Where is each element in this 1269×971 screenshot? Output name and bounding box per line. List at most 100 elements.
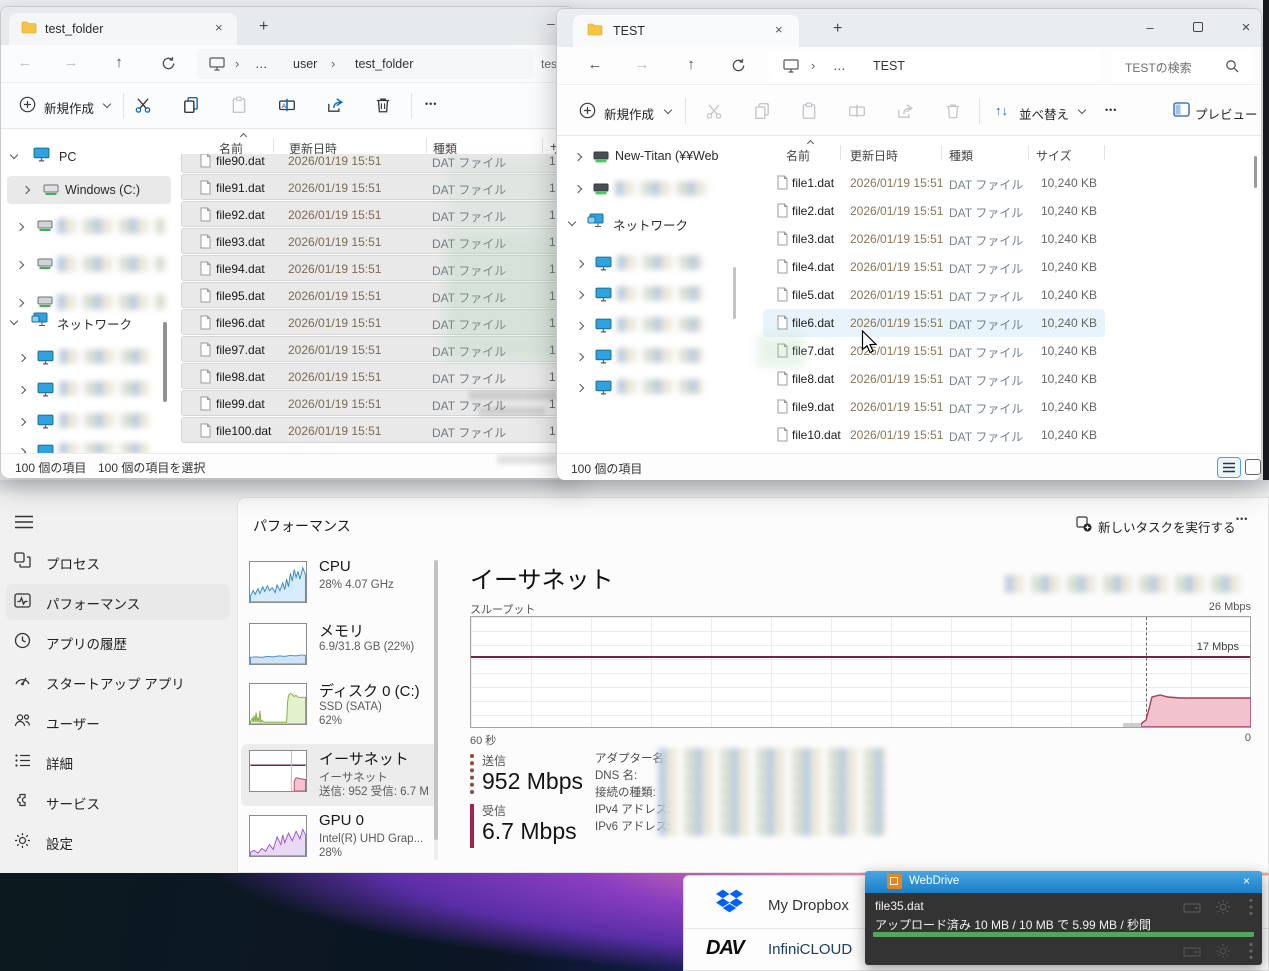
sidebar-item-computer-redacted[interactable] bbox=[557, 373, 727, 404]
sidebar-item-computer-redacted[interactable] bbox=[557, 342, 727, 373]
sidebar-item-new-titan-drive[interactable]: New-Titan (¥¥Web bbox=[557, 143, 737, 171]
sidebar-item-computer-redacted[interactable] bbox=[1, 342, 161, 374]
preview-button[interactable]: プレビュー bbox=[1195, 104, 1258, 123]
drive-icon[interactable] bbox=[1183, 901, 1201, 915]
minimize-icon-partial[interactable]: – bbox=[547, 15, 555, 31]
forward-icon[interactable]: → bbox=[61, 54, 81, 71]
new-item-icon[interactable] bbox=[579, 102, 596, 119]
sidebar-item-drive-redacted[interactable] bbox=[1, 210, 178, 244]
taskmgr-nav-users[interactable]: ユーザー bbox=[6, 704, 230, 740]
file-row[interactable]: file6.dat 2026/01/19 15:51 DAT ファイル 10,240 … bbox=[763, 309, 1105, 337]
perf-card-disk[interactable]: ディスク 0 (C:) SSD (SATA) 62% bbox=[241, 680, 437, 740]
taskmgr-more-button[interactable]: ••• bbox=[1236, 514, 1248, 524]
paste-icon[interactable] bbox=[230, 96, 248, 114]
delete-icon[interactable] bbox=[374, 96, 392, 114]
column-date[interactable]: 更新日時 bbox=[850, 147, 898, 164]
column-type[interactable]: 種類 bbox=[949, 147, 973, 164]
breadcrumb-test-folder[interactable]: test_folder bbox=[355, 57, 413, 71]
up-icon[interactable]: ↑ bbox=[109, 54, 129, 71]
file-row[interactable]: file3.dat 2026/01/19 15:51 DAT ファイル 10,240 … bbox=[763, 225, 1105, 253]
up-icon[interactable]: ↑ bbox=[681, 56, 701, 73]
expand-icon[interactable] bbox=[567, 217, 577, 227]
cut-icon[interactable] bbox=[134, 96, 152, 114]
rename-icon[interactable] bbox=[848, 102, 866, 120]
kebab-menu-icon[interactable] bbox=[1249, 942, 1253, 960]
gear-icon[interactable] bbox=[1215, 899, 1231, 915]
tab-test[interactable]: TEST × bbox=[573, 15, 799, 47]
taskmgr-nav-settings[interactable]: 設定 bbox=[6, 824, 230, 860]
file-row[interactable]: file9.dat 2026/01/19 15:51 DAT ファイル 10,240 … bbox=[763, 393, 1105, 421]
sidebar-item-computer-redacted[interactable] bbox=[557, 311, 727, 342]
expand-icon[interactable] bbox=[21, 185, 31, 195]
column-name[interactable]: 名前 bbox=[786, 147, 810, 164]
run-new-task-button[interactable]: 新しいタスクを実行する bbox=[1072, 510, 1236, 538]
drive-icon[interactable] bbox=[1183, 945, 1201, 959]
sidebar-item-network[interactable]: ネットワーク bbox=[57, 314, 132, 333]
scrollbar-thumb[interactable] bbox=[434, 560, 438, 840]
forward-icon[interactable]: → bbox=[632, 56, 652, 73]
nav-pane-scrollbar-thumb[interactable] bbox=[733, 267, 736, 319]
perf-card-memory[interactable]: メモリ 6.9/31.8 GB (22%) bbox=[241, 620, 437, 676]
refresh-icon[interactable] bbox=[731, 58, 746, 73]
nav-pane-scrollbar-thumb[interactable] bbox=[163, 322, 167, 402]
maximize-button[interactable] bbox=[1183, 17, 1213, 39]
taskmgr-nav-performance[interactable]: パフォーマンス bbox=[6, 584, 230, 620]
taskmgr-nav-app-history[interactable]: アプリの履歴 bbox=[6, 624, 230, 660]
toolbar-more-button[interactable]: ••• bbox=[425, 99, 437, 109]
tab-close-icon[interactable]: × bbox=[215, 20, 223, 35]
breadcrumb[interactable]: › … user › test_folder bbox=[197, 49, 533, 79]
sidebar-item-computer-redacted[interactable] bbox=[557, 280, 727, 311]
search-box[interactable]: TESTの検索 bbox=[1111, 51, 1251, 81]
cut-icon[interactable] bbox=[705, 102, 723, 120]
sidebar-item-computer-redacted[interactable] bbox=[1, 406, 161, 438]
minimize-button[interactable]: – bbox=[1135, 17, 1165, 39]
share-icon[interactable] bbox=[896, 102, 914, 120]
file-row[interactable]: file10.dat 2026/01/19 15:51 DAT ファイル 10,240… bbox=[763, 421, 1105, 449]
delete-icon[interactable] bbox=[944, 102, 962, 120]
sidebar-item-windows-c[interactable]: Windows (C:) bbox=[7, 176, 171, 204]
file-row[interactable]: file7.dat 2026/01/19 15:51 DAT ファイル 10,240 … bbox=[763, 337, 1105, 365]
new-tab-icon[interactable]: + bbox=[259, 18, 268, 36]
file-row[interactable]: file4.dat 2026/01/19 15:51 DAT ファイル 10,240 … bbox=[763, 253, 1105, 281]
hamburger-menu-button[interactable] bbox=[14, 514, 34, 530]
breadcrumb-current[interactable]: TEST bbox=[873, 59, 905, 73]
file-row[interactable]: file5.dat 2026/01/19 15:51 DAT ファイル 10,240 … bbox=[763, 281, 1105, 309]
rename-icon[interactable]: A bbox=[278, 96, 296, 114]
sidebar-item-pc[interactable]: PC bbox=[59, 150, 76, 164]
copy-icon[interactable] bbox=[182, 96, 200, 114]
breadcrumb-user[interactable]: user bbox=[293, 57, 317, 71]
close-button[interactable]: × bbox=[1231, 17, 1261, 39]
back-icon[interactable]: ← bbox=[585, 56, 605, 73]
sidebar-item-network[interactable]: ネットワーク bbox=[613, 215, 688, 234]
expand-icon[interactable] bbox=[9, 150, 19, 160]
file-row[interactable]: file1.dat 2026/01/19 15:51 DAT ファイル 10,240 … bbox=[763, 169, 1105, 197]
perf-card-gpu[interactable]: GPU 0 Intel(R) UHD Grap... 28% bbox=[241, 812, 437, 870]
sidebar-item-drive-redacted[interactable] bbox=[1, 248, 178, 282]
refresh-icon[interactable] bbox=[161, 56, 176, 71]
taskmgr-nav-details[interactable]: 詳細 bbox=[6, 744, 230, 780]
toolbar-more-button[interactable]: ••• bbox=[1105, 105, 1117, 115]
share-icon[interactable] bbox=[326, 96, 344, 114]
gear-icon[interactable] bbox=[1215, 943, 1231, 959]
breadcrumb[interactable]: › … TEST bbox=[769, 51, 1099, 81]
taskmgr-nav-startup-apps[interactable]: スタートアップ アプリ bbox=[6, 664, 230, 700]
taskmgr-nav-processes[interactable]: プロセス bbox=[6, 544, 230, 580]
sidebar-item-computer-redacted[interactable] bbox=[557, 249, 727, 280]
new-button[interactable]: 新規作成 bbox=[44, 98, 94, 117]
sidebar-item-computer-redacted[interactable] bbox=[1, 374, 161, 406]
close-icon[interactable]: × bbox=[1243, 874, 1250, 888]
scrollbar-thumb[interactable] bbox=[1254, 156, 1257, 188]
perf-card-ethernet[interactable]: イーサネット イーサネット 送信: 952 受信: 6.7 M bbox=[241, 744, 437, 806]
kebab-menu-icon[interactable] bbox=[1249, 898, 1253, 916]
file-row[interactable]: file8.dat 2026/01/19 15:51 DAT ファイル 10,240 … bbox=[763, 365, 1105, 393]
search-icon[interactable] bbox=[1225, 59, 1239, 73]
details-view-toggle[interactable] bbox=[1245, 459, 1261, 475]
file-row[interactable]: file98.dat2026/01/19 15:51DAT ファイル10,240… bbox=[181, 363, 573, 389]
webdrive-title-bar[interactable]: WebDrive × bbox=[865, 871, 1262, 893]
breadcrumb-ellipsis[interactable]: … bbox=[833, 59, 846, 73]
column-size[interactable]: サイズ bbox=[1036, 147, 1072, 164]
file-row[interactable]: file2.dat 2026/01/19 15:51 DAT ファイル 10,240 … bbox=[763, 197, 1105, 225]
list-view-toggle[interactable] bbox=[1217, 457, 1241, 478]
new-button[interactable]: 新規作成 bbox=[604, 104, 654, 123]
new-item-icon[interactable] bbox=[19, 96, 36, 113]
